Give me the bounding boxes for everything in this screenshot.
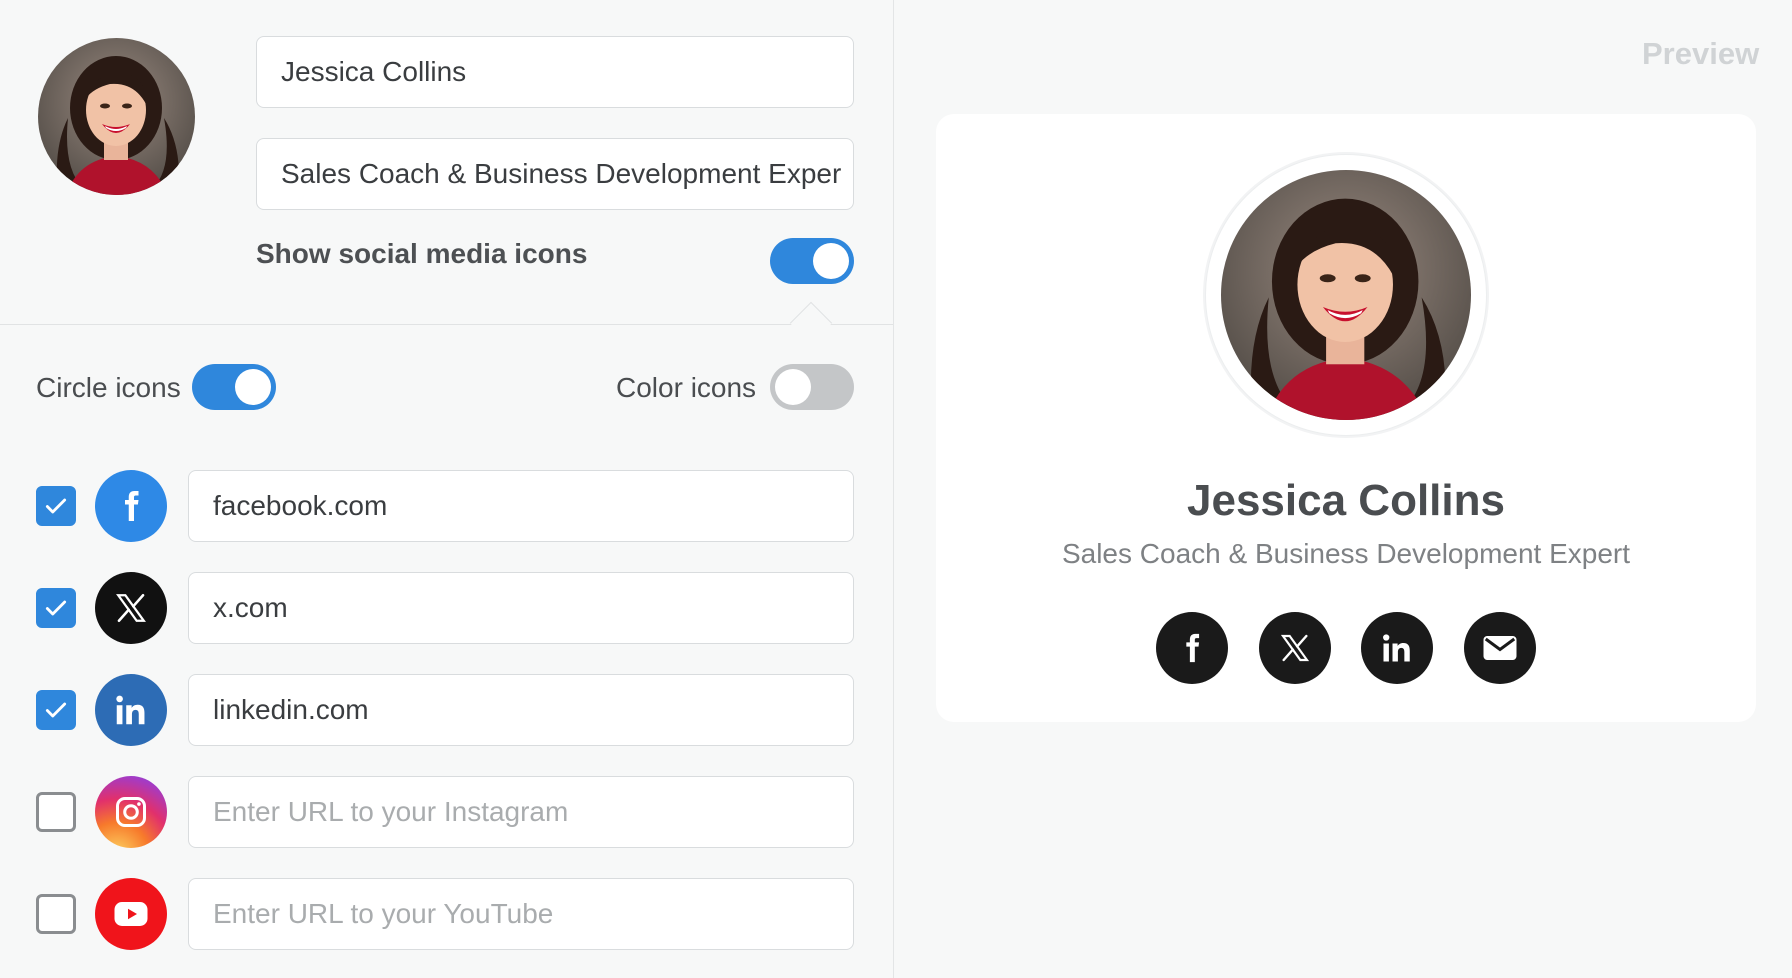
toggle-knob <box>775 369 811 405</box>
facebook-icon[interactable] <box>1156 612 1228 684</box>
x-url-input[interactable]: x.com <box>188 572 854 644</box>
x-checkbox[interactable] <box>36 588 76 628</box>
facebook-checkbox[interactable] <box>36 486 76 526</box>
color-icons-toggle[interactable] <box>770 364 854 410</box>
toggle-knob <box>813 243 849 279</box>
name-input[interactable]: Jessica Collins <box>256 36 854 108</box>
check-icon <box>45 498 67 514</box>
toggle-knob <box>235 369 271 405</box>
linkedin-checkbox[interactable] <box>36 690 76 730</box>
show-social-label: Show social media icons <box>256 238 588 269</box>
youtube-checkbox[interactable] <box>36 894 76 934</box>
title-input[interactable]: Sales Coach & Business Development Exper <box>256 138 854 210</box>
instagram-icon <box>95 776 167 848</box>
x-icon <box>95 572 167 644</box>
check-icon <box>45 702 67 718</box>
linkedin-url-input[interactable]: linkedin.com <box>188 674 854 746</box>
preview-name: Jessica Collins <box>1187 476 1505 525</box>
avatar[interactable] <box>38 38 195 195</box>
preview-title: Sales Coach & Business Development Exper… <box>1061 538 1631 569</box>
circle-icons-label: Circle icons <box>36 372 181 403</box>
instagram-checkbox[interactable] <box>36 792 76 832</box>
circle-icons-toggle[interactable] <box>192 364 276 410</box>
preview-social-icons <box>1156 612 1536 684</box>
show-social-toggle[interactable] <box>770 238 854 284</box>
color-icons-label: Color icons <box>616 372 757 403</box>
youtube-icon <box>95 878 167 950</box>
x-icon[interactable] <box>1258 612 1331 684</box>
preview-card: Jessica Collins Sales Coach & Business D… <box>936 114 1756 722</box>
linkedin-icon[interactable] <box>1361 612 1434 684</box>
linkedin-icon <box>95 674 167 746</box>
mail-icon[interactable] <box>1463 612 1536 684</box>
instagram-url-input[interactable]: Enter URL to your Instagram <box>188 776 854 848</box>
preview-label: Preview <box>1642 36 1760 71</box>
editor-panel: Jessica Collins Sales Coach & Business D… <box>0 0 894 978</box>
facebook-icon <box>95 470 167 542</box>
preview-avatar <box>1205 154 1487 436</box>
youtube-url-input[interactable]: Enter URL to your YouTube <box>188 878 854 950</box>
check-icon <box>45 600 67 616</box>
facebook-url-input[interactable]: facebook.com <box>188 470 854 542</box>
